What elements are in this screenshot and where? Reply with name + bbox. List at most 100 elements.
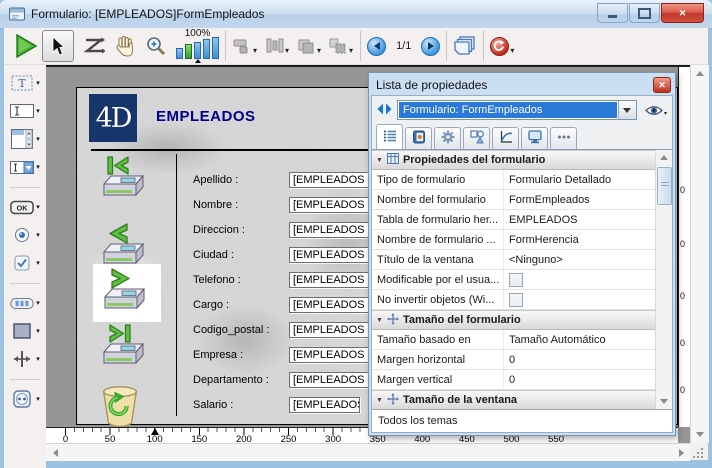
property-value[interactable]: 0 (503, 350, 656, 369)
collapse-triangle-icon[interactable]: ▼ (376, 317, 383, 324)
section-header[interactable]: ▼Propiedades del formulario (372, 150, 656, 170)
tab-chart[interactable] (492, 127, 519, 149)
database-tool-button[interactable] (490, 37, 509, 56)
duplicate-grid-tool-button[interactable] (328, 37, 348, 55)
database-dropdown-arrow[interactable]: ▾ (510, 46, 514, 55)
tool-checkbox[interactable]: ▾ (10, 253, 40, 273)
button-tool-icon: OK (10, 200, 34, 215)
tool-combo-box[interactable]: ▾ (10, 157, 40, 177)
tool-radio-button-dropdown-arrow[interactable]: ▾ (36, 231, 40, 239)
scroll-left-arrow[interactable] (47, 445, 63, 460)
tool-plugin-area-dropdown-arrow[interactable]: ▾ (36, 395, 40, 403)
property-value[interactable]: EMPLEADOS (503, 210, 656, 229)
vertical-scrollbar[interactable] (690, 65, 709, 443)
field-label: Direccion : (193, 224, 289, 236)
property-value[interactable] (503, 290, 656, 309)
tool-splitter[interactable]: ▾ (10, 349, 40, 369)
object-selector-dropdown-arrow[interactable] (618, 101, 636, 119)
tool-static-text[interactable]: T▾ (10, 73, 40, 93)
property-value[interactable]: Tamaño Automático (503, 330, 656, 349)
zoom-bars-icon[interactable] (176, 39, 219, 59)
tool-input-dropdown-arrow[interactable]: ▾ (36, 107, 40, 115)
close-button[interactable]: ✕ (661, 3, 704, 23)
tool-splitter-dropdown-arrow[interactable]: ▾ (36, 355, 40, 363)
level-tool-button[interactable] (296, 37, 316, 55)
tool-radio-button[interactable]: ▾ (10, 225, 40, 245)
pointer-tool-button[interactable] (42, 30, 74, 62)
page-list-button[interactable] (453, 35, 477, 57)
run-form-button[interactable] (14, 33, 38, 59)
tab-list[interactable] (376, 124, 403, 149)
tab-book[interactable] (405, 127, 432, 149)
resize-grip[interactable] (690, 443, 708, 460)
properties-scroll-up[interactable] (656, 150, 672, 165)
show-hide-properties-button[interactable]: ▾ (645, 104, 667, 117)
tab-gear[interactable] (434, 127, 461, 149)
properties-panel-close-button[interactable]: ✕ (653, 77, 671, 93)
property-value[interactable]: <Ninguno> (503, 250, 656, 269)
tab-more[interactable] (550, 127, 577, 149)
properties-scroll-thumb[interactable] (657, 167, 672, 205)
scroll-down-arrow[interactable] (692, 427, 708, 442)
section-header[interactable]: ▼ Tamaño del formulario (372, 310, 656, 330)
level-dropdown-arrow[interactable]: ▾ (317, 46, 321, 55)
object-selector-combobox[interactable]: Formulario: FormEmpleados (397, 100, 637, 120)
title-bar[interactable]: Formulario: [EMPLEADOS]FormEmpleados ✕ (0, 0, 712, 29)
property-value[interactable]: 0 (503, 370, 656, 389)
zoom-level-widget[interactable]: 100% (176, 29, 219, 63)
properties-scroll-down[interactable] (656, 394, 672, 409)
property-row: Tabla de formulario her...EMPLEADOS (372, 210, 656, 230)
toolbox-separator (10, 379, 40, 380)
tool-checkbox-dropdown-arrow[interactable]: ▾ (36, 259, 40, 267)
tool-button-grid[interactable]: ▾ (10, 293, 40, 313)
distribute-dropdown-arrow[interactable]: ▾ (285, 46, 289, 55)
minimize-button[interactable] (597, 3, 628, 23)
tab-shapes[interactable] (463, 127, 490, 149)
properties-panel[interactable]: Lista de propiedades ✕ Formulario: FormE… (368, 72, 676, 436)
duplicate-dropdown-arrow[interactable]: ▾ (349, 46, 353, 55)
collapse-triangle-icon[interactable]: ▼ (376, 157, 383, 164)
distribute-tool-button[interactable] (264, 37, 284, 55)
property-checkbox[interactable] (509, 293, 523, 307)
property-value[interactable]: FormHerencia (503, 230, 656, 249)
tool-button[interactable]: OK ▾ (10, 197, 40, 217)
tool-rectangle[interactable]: ▾ (10, 321, 40, 341)
properties-panel-titlebar[interactable]: Lista de propiedades ✕ (371, 75, 673, 95)
pan-tool-button[interactable] (115, 35, 135, 57)
zoom-tool-button[interactable] (145, 35, 167, 57)
theme-filter-status[interactable]: Todos los temas (372, 409, 672, 432)
align-tool-button[interactable] (232, 37, 252, 55)
tool-plugin-area[interactable]: ▾ (10, 389, 40, 409)
properties-scrollbar[interactable] (655, 150, 672, 409)
property-checkbox[interactable] (509, 273, 523, 287)
next-page-button[interactable] (421, 37, 440, 56)
scroll-up-arrow[interactable] (692, 66, 708, 81)
property-value[interactable]: Formulario Detallado (503, 170, 656, 189)
tool-list-box[interactable]: ▾ (10, 129, 40, 149)
section-title: Tamaño de la ventana (403, 394, 517, 406)
maximize-button[interactable] (629, 3, 660, 23)
plugin-area-tool-icon (10, 390, 34, 408)
section-header[interactable]: ▼ Tamaño de la ventana (372, 390, 656, 409)
section-title: Tamaño del formulario (403, 314, 521, 326)
tool-input[interactable]: ▾ (10, 101, 40, 121)
svg-text:OK: OK (17, 203, 29, 212)
tool-button-grid-dropdown-arrow[interactable]: ▾ (36, 299, 40, 307)
scroll-right-arrow[interactable] (673, 445, 689, 460)
tab-monitor[interactable] (521, 127, 548, 149)
horizontal-scrollbar[interactable] (46, 443, 690, 461)
property-value[interactable]: FormEmpleados (503, 190, 656, 209)
tool-static-text-dropdown-arrow[interactable]: ▾ (36, 79, 40, 87)
align-dropdown-arrow[interactable]: ▾ (253, 46, 257, 55)
field-row: Salario :[EMPLEADOS (193, 396, 360, 414)
tool-list-box-dropdown-arrow[interactable]: ▾ (36, 135, 40, 143)
field-value-box[interactable]: [EMPLEADOS (289, 397, 360, 413)
object-prev-next-icon[interactable] (377, 103, 392, 118)
tool-button-dropdown-arrow[interactable]: ▾ (36, 203, 40, 211)
entry-order-tool-button[interactable] (83, 37, 105, 55)
collapse-triangle-icon[interactable]: ▼ (376, 397, 383, 404)
tool-rectangle-dropdown-arrow[interactable]: ▾ (36, 327, 40, 335)
previous-page-button[interactable] (367, 37, 386, 56)
property-value[interactable] (503, 270, 656, 289)
tool-combo-box-dropdown-arrow[interactable]: ▾ (36, 163, 40, 171)
